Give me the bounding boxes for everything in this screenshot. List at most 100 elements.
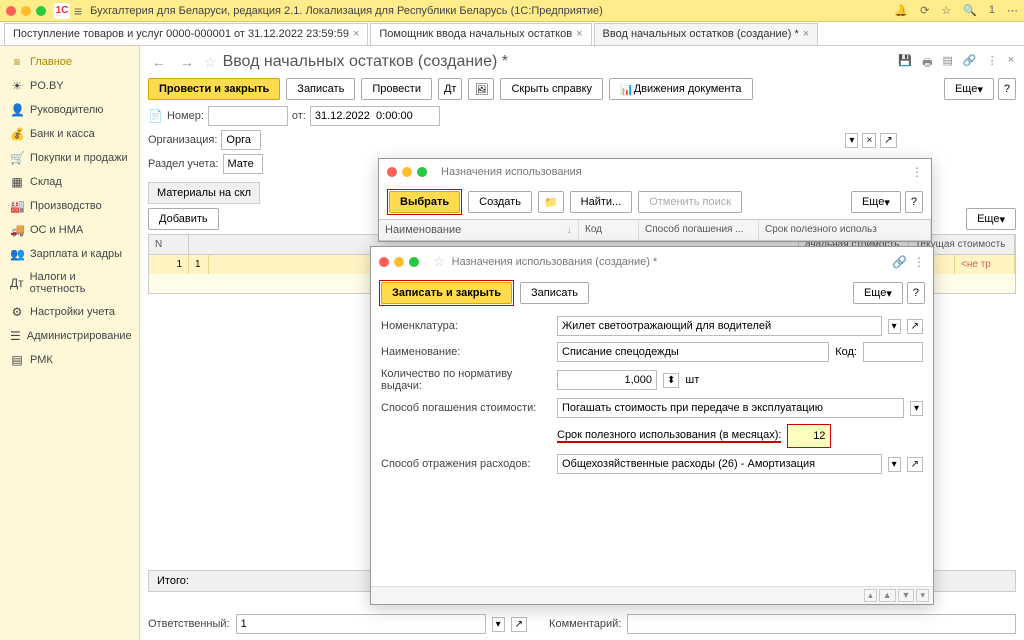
- sidebar-item-sales[interactable]: 🛒Покупки и продажи: [0, 146, 139, 170]
- menu-icon[interactable]: ⋮: [911, 165, 923, 179]
- materials-tab[interactable]: Материалы на скл: [148, 182, 260, 204]
- folder-icon[interactable]: 📁: [538, 191, 564, 213]
- close-icon[interactable]: [387, 167, 397, 177]
- cost-method-input[interactable]: [557, 398, 904, 418]
- date-input[interactable]: [310, 106, 440, 126]
- sidebar-item-production[interactable]: 🏭Производство: [0, 194, 139, 218]
- sidebar-item-poby[interactable]: ☀PO.BY: [0, 74, 139, 98]
- maximize-icon[interactable]: [417, 167, 427, 177]
- hide-help-button[interactable]: Скрыть справку: [500, 78, 603, 100]
- dropdown-icon[interactable]: ▾: [492, 617, 505, 632]
- tab-opening-balances[interactable]: Ввод начальных остатков (создание) *×: [594, 23, 819, 45]
- more-icon[interactable]: ⋮: [987, 54, 998, 73]
- favorite-icon[interactable]: ☆: [204, 54, 217, 71]
- save-button[interactable]: Записать: [520, 282, 589, 304]
- sidebar-item-hr[interactable]: 👥Зарплата и кадры: [0, 242, 139, 266]
- number-input[interactable]: [208, 106, 288, 126]
- qty-input[interactable]: [557, 370, 657, 390]
- sidebar-item-bank[interactable]: 💰Банк и касса: [0, 122, 139, 146]
- org-input[interactable]: [221, 130, 261, 150]
- star-icon[interactable]: ☆: [433, 253, 446, 270]
- col-method[interactable]: Способ погашения ...: [639, 220, 759, 240]
- dropdown-icon[interactable]: ▾: [910, 401, 923, 416]
- minimize-icon[interactable]: [394, 257, 404, 267]
- sidebar-item-taxes[interactable]: ДтНалоги и отчетность: [0, 266, 139, 300]
- scroll-down-icon[interactable]: ▼: [898, 589, 915, 602]
- open-icon[interactable]: ↗: [907, 319, 923, 334]
- more-button[interactable]: Еще ▾: [944, 78, 994, 100]
- menu-icon[interactable]: ⋯: [1007, 4, 1018, 17]
- create-button[interactable]: Создать: [468, 191, 532, 213]
- select-button[interactable]: Выбрать: [389, 191, 460, 213]
- minimize-icon[interactable]: [402, 167, 412, 177]
- scroll-bottom-icon[interactable]: ▾: [916, 589, 929, 602]
- print-icon[interactable]: 🖶: [922, 54, 932, 73]
- report-icon[interactable]: ▤: [942, 54, 952, 73]
- section-input[interactable]: [223, 154, 263, 174]
- dt-kt-icon[interactable]: Дт: [438, 78, 463, 100]
- nav-back-icon[interactable]: ←: [148, 52, 170, 72]
- save-button[interactable]: Записать: [286, 78, 355, 100]
- stepper-icon[interactable]: ⬍: [663, 373, 679, 388]
- close-icon[interactable]: ×: [576, 28, 582, 40]
- comment-input[interactable]: [627, 614, 1016, 634]
- dropdown-icon[interactable]: ▾: [888, 319, 901, 334]
- more-button[interactable]: Еще ▾: [851, 191, 901, 213]
- scroll-top-icon[interactable]: ▴: [864, 589, 877, 602]
- term-input[interactable]: [789, 426, 829, 446]
- tab-assistant[interactable]: Помощник ввода начальных остатков×: [370, 23, 591, 45]
- help-button[interactable]: ?: [907, 282, 925, 304]
- bell-icon[interactable]: 🔔: [894, 4, 908, 17]
- scroll-up-icon[interactable]: ▲: [879, 589, 896, 602]
- movements-button[interactable]: 📊 Движения документа: [609, 78, 753, 100]
- find-button[interactable]: Найти...: [570, 191, 633, 213]
- save-icon[interactable]: 💾: [898, 54, 912, 73]
- post-button[interactable]: Провести: [361, 78, 432, 100]
- post-and-close-button[interactable]: Провести и закрыть: [148, 78, 280, 100]
- maximize-icon[interactable]: [409, 257, 419, 267]
- sidebar-item-rmk[interactable]: ▤РМК: [0, 348, 139, 372]
- sidebar-item-main[interactable]: ≡Главное: [0, 50, 139, 74]
- window-maximize-icon[interactable]: [36, 6, 46, 16]
- name-input[interactable]: [557, 342, 829, 362]
- responsible-input[interactable]: [236, 614, 486, 634]
- search-icon[interactable]: 🔍: [963, 4, 977, 17]
- more-button[interactable]: Еще ▾: [853, 282, 903, 304]
- code-input[interactable]: [863, 342, 923, 362]
- close-icon[interactable]: ×: [803, 28, 809, 40]
- sidebar-item-settings[interactable]: ⚙Настройки учета: [0, 300, 139, 324]
- sidebar-item-assets[interactable]: 🚚ОС и НМА: [0, 218, 139, 242]
- history-icon[interactable]: ⟳: [920, 4, 929, 17]
- clear-icon[interactable]: ×: [862, 133, 876, 148]
- dropdown-icon[interactable]: ▾: [845, 133, 858, 148]
- nomenclature-input[interactable]: [557, 316, 882, 336]
- window-close-icon[interactable]: [6, 6, 16, 16]
- expense-input[interactable]: [557, 454, 882, 474]
- sidebar-item-warehouse[interactable]: ▦Склад: [0, 170, 139, 194]
- dropdown-icon[interactable]: ▾: [888, 457, 901, 472]
- image-icon[interactable]: 🖼: [468, 78, 494, 100]
- nav-forward-icon[interactable]: →: [176, 52, 198, 72]
- open-icon[interactable]: ↗: [880, 133, 896, 148]
- close-icon[interactable]: [379, 257, 389, 267]
- star-icon[interactable]: ☆: [941, 4, 951, 17]
- link-icon[interactable]: 🔗: [892, 255, 907, 269]
- hamburger-icon[interactable]: ≡: [74, 3, 82, 19]
- open-icon[interactable]: ↗: [511, 617, 527, 632]
- col-name[interactable]: Наименование ↓: [379, 220, 579, 240]
- sidebar-item-admin[interactable]: ☰Администрирование: [0, 324, 139, 348]
- col-code[interactable]: Код: [579, 220, 639, 240]
- grid-more-button[interactable]: Еще ▾: [966, 208, 1016, 230]
- user-icon[interactable]: 1: [989, 4, 995, 17]
- close-icon[interactable]: ×: [1008, 54, 1014, 73]
- tab-receipt[interactable]: Поступление товаров и услуг 0000-000001 …: [4, 23, 368, 45]
- cancel-search-button[interactable]: Отменить поиск: [638, 191, 742, 213]
- menu-icon[interactable]: ⋮: [913, 255, 925, 269]
- close-icon[interactable]: ×: [353, 28, 359, 40]
- add-button[interactable]: Добавить: [148, 208, 219, 230]
- link-icon[interactable]: 🔗: [963, 54, 977, 73]
- open-icon[interactable]: ↗: [907, 457, 923, 472]
- window-minimize-icon[interactable]: [21, 6, 31, 16]
- sidebar-item-manager[interactable]: 👤Руководителю: [0, 98, 139, 122]
- col-term[interactable]: Срок полезного использ: [759, 220, 931, 240]
